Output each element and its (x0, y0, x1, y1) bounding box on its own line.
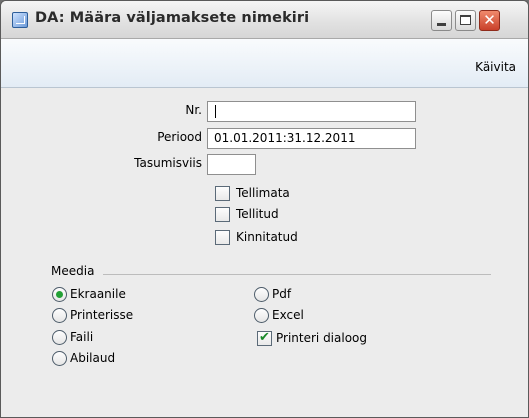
confirmed-checkbox[interactable] (215, 230, 230, 245)
radio-file[interactable] (52, 330, 67, 345)
form-area: Nr. Periood 01.01.2011:31.12.2011 Tasumi… (1, 88, 528, 417)
unordered-label: Tellimata (236, 186, 290, 200)
maximize-button[interactable] (455, 10, 476, 31)
nr-input[interactable] (207, 101, 416, 122)
radio-screen-label: Ekraanile (70, 287, 126, 301)
printer-dialog-checkbox[interactable]: ✔ (257, 330, 272, 346)
radio-pdf-label: Pdf (272, 287, 292, 301)
unordered-checkbox[interactable] (215, 186, 230, 201)
checkmark-icon: ✔ (259, 330, 270, 345)
text-cursor (215, 105, 216, 118)
radio-selected-dot (56, 291, 63, 298)
maximize-icon (460, 15, 471, 25)
app-icon (12, 12, 28, 28)
minimize-icon (437, 23, 446, 26)
media-group-title: Meedia (51, 264, 95, 278)
radio-file-label: Faili (70, 330, 94, 344)
radio-screen[interactable] (52, 287, 67, 302)
radio-pdf[interactable] (254, 287, 269, 302)
radio-clipboard[interactable] (52, 351, 67, 366)
payment-method-label: Tasumisviis (134, 156, 202, 170)
window-title: DA: Määra väljamaksete nimekiri (35, 10, 310, 26)
period-label: Periood (157, 130, 202, 144)
title-bar[interactable]: DA: Määra väljamaksete nimekiri ✕ (1, 1, 528, 39)
radio-excel[interactable] (254, 308, 269, 323)
ordered-label: Tellitud (236, 207, 279, 221)
report-window: DA: Määra väljamaksete nimekiri ✕ Käivit… (0, 0, 529, 418)
radio-printer-label: Printerisse (70, 308, 134, 322)
media-group-divider (103, 274, 491, 275)
button-bar: Käivita (1, 39, 528, 88)
close-icon: ✕ (483, 11, 496, 29)
radio-clipboard-label: Abilaud (70, 351, 116, 365)
minimize-button[interactable] (431, 10, 452, 31)
nr-label: Nr. (185, 103, 202, 117)
payment-method-input[interactable] (207, 154, 256, 175)
radio-printer[interactable] (52, 308, 67, 323)
close-button[interactable]: ✕ (479, 10, 500, 31)
confirmed-label: Kinnitatud (236, 230, 298, 244)
printer-dialog-label: Printeri dialoog (276, 331, 368, 345)
radio-excel-label: Excel (272, 308, 304, 322)
period-input[interactable]: 01.01.2011:31.12.2011 (207, 128, 416, 149)
run-button[interactable]: Käivita (475, 60, 516, 74)
ordered-checkbox[interactable] (215, 207, 230, 222)
